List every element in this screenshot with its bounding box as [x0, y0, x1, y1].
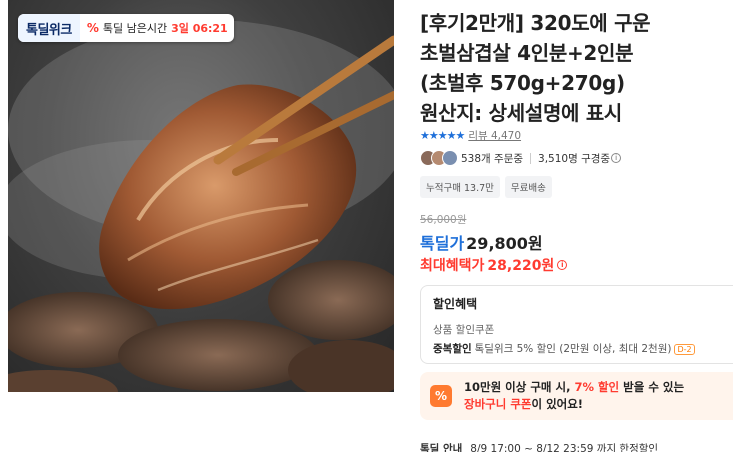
max-benefit-price-row: 최대혜택가 28,220원 i — [420, 255, 568, 275]
chip-free-shipping: 무료배송 — [504, 176, 552, 198]
deal-price-value: 29,800원 — [466, 234, 543, 253]
coupon-highlight: 장바구니 쿠폰 — [464, 397, 532, 411]
product-title-line: 초벌삼겹살 4인분+2인분 — [420, 41, 634, 65]
product-title-line: (초벌후 570g+270g) — [420, 71, 625, 95]
deal-countdown-banner: 톡딜위크 % 톡딜 남은시간 3일 06:21 — [18, 14, 234, 42]
chip-cumulative-purchase: 누적구매 13.7만 — [420, 176, 500, 198]
deal-price-row: 톡딜가 29,800원 — [420, 230, 543, 254]
original-price: 56,000원 — [420, 214, 467, 226]
info-icon[interactable]: i — [611, 153, 622, 163]
coupon-text-part: 이 있어요! — [531, 397, 584, 411]
social-proof-row: 538개 주문중 3,510명 구경중 i — [420, 150, 622, 166]
countdown-value: 3일 06:21 — [171, 22, 228, 35]
viewing-count: 3,510명 구경중 — [538, 152, 611, 165]
star-rating-icon: ★★★★★ — [420, 129, 465, 142]
coupon-text-part: 받을 수 있는 — [619, 380, 685, 394]
countdown-label: 톡딜 남은시간 — [102, 22, 168, 35]
deal-price-label: 톡딜가 — [420, 234, 465, 253]
cart-coupon-text: 10만원 이상 구매 시, 7% 할인 받을 수 있는 장바구니 쿠폰이 있어요… — [464, 379, 684, 413]
pork-belly-photo — [8, 20, 394, 392]
coupon-text-part: 10만원 이상 구매 시, — [464, 380, 575, 394]
talkdeal-week-logo: 톡딜위크 — [18, 14, 80, 42]
max-benefit-label: 최대혜택가 — [420, 258, 485, 274]
product-title-line: [후기2만개] 320도에 구운 — [420, 11, 651, 35]
product-image[interactable]: 톡딜위크 % 톡딜 남은시간 3일 06:21 — [8, 0, 394, 392]
max-benefit-value: 28,220원 — [487, 258, 555, 274]
buyer-avatars — [420, 150, 458, 166]
ordering-count: 538개 주문중 — [461, 152, 524, 165]
rating-row: ★★★★★ 리뷰 4,470 — [420, 128, 521, 143]
product-title-line: 원산지: 상세설명에 표시 — [420, 101, 623, 125]
deal-notice-label: 톡딜 안내 — [420, 443, 463, 452]
benefit-title: 할인혜택 — [433, 297, 478, 311]
percent-icon: % — [430, 385, 452, 407]
cart-coupon-banner[interactable]: % 10만원 이상 구매 시, 7% 할인 받을 수 있는 장바구니 쿠폰이 있… — [420, 372, 733, 420]
avatar — [442, 150, 458, 166]
d-day-badge: D-2 — [674, 343, 695, 355]
deal-notice-text: 8/9 17:00 ~ 8/12 23:59 까지 한정할인 — [470, 443, 659, 452]
product-coupon-text: 상품 할인쿠폰 — [433, 324, 495, 336]
review-link[interactable]: 리뷰 4,470 — [468, 128, 521, 143]
discount-benefit-box[interactable]: 할인혜택 상품 할인쿠폰 중복할인 톡딜위크 5% 할인 (2만원 이상, 최대 … — [420, 285, 733, 364]
coupon-highlight: 7% 할인 — [574, 380, 620, 394]
product-chips: 누적구매 13.7만 무료배송 — [420, 176, 552, 198]
percent-icon: % — [86, 21, 99, 35]
divider — [530, 152, 532, 164]
stack-discount-row: 중복할인 톡딜위크 5% 할인 (2만원 이상, 최대 2천원) D-2 — [433, 341, 721, 356]
deal-notice: 톡딜 안내 8/9 17:00 ~ 8/12 23:59 까지 한정할인 — [420, 441, 658, 452]
stack-discount-text: 톡딜위크 5% 할인 (2만원 이상, 최대 2천원) — [474, 343, 672, 355]
product-title: [후기2만개] 320도에 구운 초벌삼겹살 4인분+2인분 (초벌후 570g… — [420, 8, 733, 128]
stack-discount-label: 중복할인 — [433, 343, 472, 355]
info-icon[interactable]: i — [557, 260, 568, 270]
